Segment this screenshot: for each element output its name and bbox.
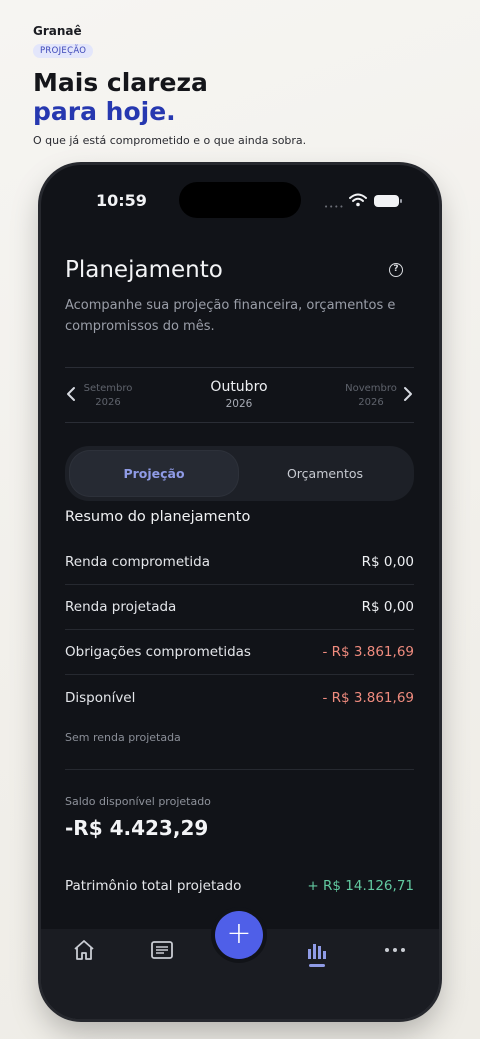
row-value: - R$ 3.861,69	[322, 644, 414, 660]
page-description: Acompanhe sua projeção financeira, orçam…	[65, 298, 396, 334]
patrimonio-value: + R$ 14.126,71	[307, 878, 414, 894]
summary-list: Renda comprometida R$ 0,00 Renda projeta…	[65, 540, 414, 720]
row-label: Renda projetada	[65, 599, 177, 615]
saldo-label: Saldo disponível projetado	[65, 795, 211, 808]
tab-orcamentos[interactable]: Orçamentos	[240, 450, 410, 497]
headline: Mais clareza para hoje.	[33, 68, 453, 126]
chart-icon[interactable]	[304, 937, 330, 963]
headline-line1: Mais clareza	[33, 68, 208, 97]
summary-row: Renda projetada R$ 0,00	[65, 585, 414, 630]
projecao-tag: PROJEÇÃO	[33, 44, 94, 58]
row-value: - R$ 3.861,69	[322, 689, 414, 706]
hero-subtitle: O que já está comprometido e o que ainda…	[33, 134, 307, 147]
tab-bar: +	[41, 911, 439, 1019]
summary-title: Resumo do planejamento	[65, 509, 251, 525]
summary-row: Obrigações comprometidas - R$ 3.861,69	[65, 630, 414, 675]
divider	[65, 769, 414, 770]
add-button[interactable]: +	[215, 911, 263, 959]
tab-projecao[interactable]: Projeção	[69, 450, 239, 497]
status-time: 10:59	[96, 191, 147, 210]
summary-row: Renda comprometida R$ 0,00	[65, 540, 414, 585]
month-current-year: 2026	[225, 398, 253, 410]
list-icon[interactable]	[149, 937, 175, 963]
signal-icon: ••••	[324, 203, 345, 211]
row-value: R$ 0,00	[361, 599, 414, 615]
page-title: Planejamento	[65, 257, 223, 283]
summary-row: Disponível - R$ 3.861,69	[65, 675, 414, 720]
phone-frame: 10:59 •••• Planejamento ? Acompanhe sua …	[41, 165, 439, 1019]
month-current-name: Outubro	[210, 379, 268, 395]
brand-name: Granaê	[33, 24, 82, 38]
row-label: Obrigações comprometidas	[65, 644, 251, 660]
month-prev[interactable]: Setembro 2026	[68, 382, 148, 410]
no-income-note: Sem renda projetada	[65, 731, 181, 744]
hero-section: Granaê PROJEÇÃO Mais clareza para hoje. …	[33, 24, 453, 147]
active-tab-indicator	[309, 964, 325, 967]
home-icon[interactable]	[71, 937, 97, 963]
dynamic-island	[179, 182, 301, 218]
row-label: Renda comprometida	[65, 554, 211, 570]
headline-line2: para hoje.	[33, 97, 176, 126]
battery-icon	[374, 195, 402, 207]
patrimonio-label: Patrimônio total projetado	[65, 878, 242, 894]
month-next-year: 2026	[358, 397, 384, 408]
month-prev-year: 2026	[95, 397, 121, 408]
segmented-control: Projeção Orçamentos	[65, 446, 414, 501]
saldo-value: -R$ 4.423,29	[65, 816, 209, 840]
month-next[interactable]: Novembro 2026	[331, 382, 411, 410]
month-current: Outubro 2026	[189, 379, 289, 410]
more-icon[interactable]	[382, 937, 408, 963]
month-next-name: Novembro	[345, 383, 397, 394]
row-label: Disponível	[65, 689, 136, 706]
patrimonio-row: Patrimônio total projetado + R$ 14.126,7…	[65, 878, 414, 894]
wifi-icon	[349, 193, 367, 207]
row-value: R$ 0,00	[361, 554, 414, 570]
chevron-right-icon[interactable]	[402, 386, 414, 402]
month-selector: Setembro 2026 Outubro 2026 Novembro 2026	[65, 367, 414, 423]
help-icon[interactable]: ?	[389, 263, 403, 277]
month-prev-name: Setembro	[83, 383, 133, 394]
